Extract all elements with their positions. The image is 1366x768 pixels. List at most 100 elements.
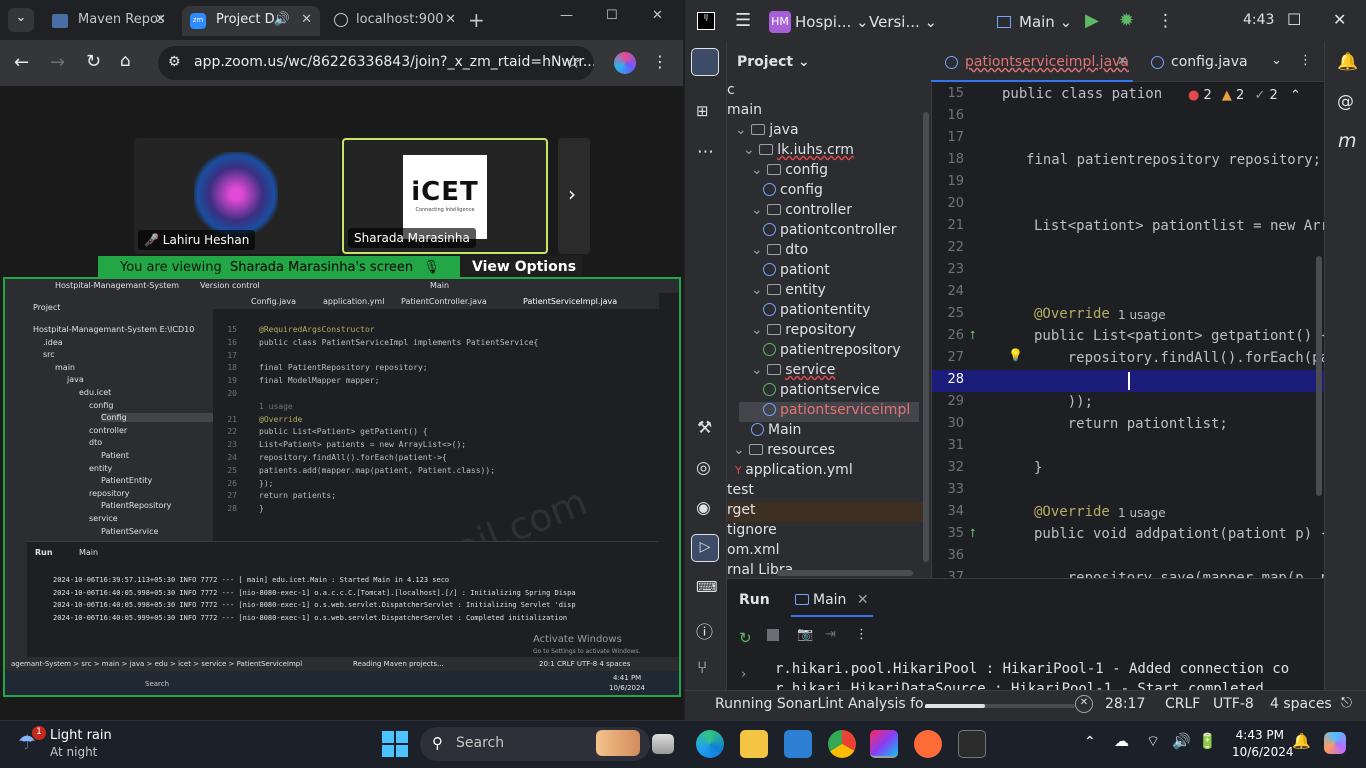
tree-item[interactable]: tignore	[727, 522, 777, 542]
tree-item[interactable]: ⌄ resources	[733, 442, 835, 462]
shared-tree-item[interactable]: .idea	[43, 338, 63, 347]
close-icon[interactable]: ✕	[857, 592, 869, 608]
more-tools-icon[interactable]: ⋯	[697, 142, 714, 162]
minimize-button[interactable]: —	[560, 8, 573, 23]
maximize-button[interactable]: ☐	[606, 8, 618, 23]
project-panel-header[interactable]: Project ⌄	[737, 54, 810, 70]
tab-pationtserviceimpl[interactable]: pationtserviceimpl.java ✕	[931, 42, 1133, 82]
shared-tree-item[interactable]: Hostpital-Managemant-System E:\ICD10	[33, 325, 194, 334]
structure-icon[interactable]: ⊞	[696, 102, 709, 120]
tab-config[interactable]: config.java	[1141, 42, 1253, 82]
tree-scrollbar[interactable]	[923, 112, 929, 562]
shared-tree-item[interactable]: PatientService	[101, 527, 158, 536]
run-icon[interactable]: ▶	[1085, 10, 1099, 31]
shared-tab[interactable]: PatientServiceImpl.java	[523, 297, 617, 306]
chevron-down-icon[interactable]: ⌄	[751, 202, 767, 218]
tree-item[interactable]: ⌄ service	[751, 362, 835, 382]
shared-tree-item[interactable]: entity	[89, 464, 112, 473]
chevron-down-icon[interactable]: ⌄	[733, 442, 749, 458]
chrome-tab-localhost[interactable]: localhost:900 ✕	[326, 6, 464, 36]
bookmark-star-icon[interactable]: ☆	[565, 52, 581, 73]
restore-layout-icon[interactable]: ⇥	[825, 627, 836, 642]
run-tool-icon[interactable]: ▷	[691, 534, 719, 562]
project-tool-icon[interactable]	[691, 48, 719, 76]
chrome-tab-zoom[interactable]: zm Project D 🔊 ✕	[182, 6, 320, 36]
close-icon[interactable]: ✕	[301, 12, 312, 27]
volume-icon[interactable]: 🔊	[1172, 732, 1191, 750]
expand-icon[interactable]: ›	[741, 667, 746, 682]
override-gutter-icon[interactable]: ⭡	[970, 328, 976, 343]
address-bar[interactable]: ⚙ app.zoom.us/wc/86226336843/join?_x_zm_…	[158, 46, 594, 80]
tree-item[interactable]: c	[727, 82, 735, 102]
shared-tab[interactable]: Config.java	[251, 297, 296, 306]
chevron-up-icon[interactable]: ⌃	[1290, 88, 1301, 103]
services-icon[interactable]: ◉	[696, 498, 711, 518]
tree-h-scrollbar[interactable]	[777, 570, 913, 576]
notification-bell-icon[interactable]: 🔔	[1292, 732, 1311, 750]
shared-tree-item[interactable]: java	[67, 375, 84, 384]
inspection-widget[interactable]: ● 2 ▲ 2 ✓ 2 ⌃	[1188, 88, 1301, 103]
tree-item[interactable]: pationtserviceimpl	[739, 402, 919, 422]
read-only-icon[interactable]: ⎋	[1341, 695, 1352, 711]
chevron-down-icon[interactable]: ⌄	[735, 122, 751, 138]
file-encoding[interactable]: UTF-8	[1213, 696, 1254, 712]
intellij-icon[interactable]	[870, 730, 898, 758]
close-icon[interactable]: ✕	[1117, 54, 1128, 69]
shared-tree-item[interactable]: edu.icet	[79, 388, 111, 397]
indent-setting[interactable]: 4 spaces	[1270, 696, 1332, 712]
shared-tree-item[interactable]: dto	[89, 438, 102, 447]
onedrive-icon[interactable]: ☁	[1114, 732, 1129, 750]
main-menu-icon[interactable]: ☰	[735, 10, 751, 31]
tabs-more-icon[interactable]: ⋮	[1299, 53, 1312, 68]
background-task[interactable]: Running SonarLint Analysis fo...	[715, 696, 937, 712]
cancel-task-icon[interactable]: ✕	[1075, 695, 1093, 713]
chevron-down-icon[interactable]: ⌄	[751, 242, 767, 258]
store-icon[interactable]	[784, 730, 812, 758]
tree-item[interactable]: pationtentity	[763, 302, 870, 322]
shared-tree-item[interactable]: repository	[89, 489, 129, 498]
reload-button[interactable]: ↻	[86, 51, 101, 72]
tree-item[interactable]: ⌄ java	[735, 122, 799, 142]
usage-hint[interactable]: 1 usage	[1118, 506, 1166, 520]
show-hidden-icons[interactable]: ⌃	[1084, 734, 1096, 750]
tree-item[interactable]: rget	[727, 502, 923, 522]
ide-maximize-button[interactable]: ☐	[1287, 10, 1301, 29]
postman-icon[interactable]	[914, 730, 942, 758]
battery-icon[interactable]: 🔋	[1198, 732, 1217, 750]
tree-item[interactable]: ⌄ controller	[751, 202, 852, 222]
tree-item[interactable]: ⌄ repository	[751, 322, 856, 342]
debug-icon[interactable]: ✹	[1119, 10, 1134, 31]
copilot-icon[interactable]	[1324, 732, 1346, 754]
ide-close-button[interactable]: ✕	[1333, 10, 1346, 29]
tree-item[interactable]: Y application.yml	[735, 462, 853, 482]
run-tab[interactable]: Main	[79, 548, 98, 557]
start-button[interactable]	[382, 731, 408, 757]
shared-tree-item[interactable]: service	[89, 514, 118, 523]
back-button[interactable]: ←	[14, 52, 29, 73]
tree-item[interactable]: test	[727, 482, 754, 502]
shared-tree-item[interactable]: Patient	[101, 451, 129, 460]
caret-position[interactable]: 28:17	[1105, 696, 1145, 712]
terminal-app-icon[interactable]	[958, 730, 986, 758]
tabs-dropdown-icon[interactable]: ⌄	[1271, 53, 1282, 68]
speaker-icon[interactable]: 🔊	[274, 12, 290, 27]
line-separator[interactable]: CRLF	[1165, 696, 1200, 712]
wifi-icon[interactable]: ⌔	[1146, 732, 1160, 751]
lightbulb-icon[interactable]: 💡	[1008, 348, 1023, 362]
run-more-icon[interactable]: ⋮	[855, 627, 868, 642]
tree-item[interactable]: om.xml	[727, 542, 779, 562]
run-tab-main[interactable]: Main ✕	[791, 587, 873, 617]
shared-tree-item[interactable]: PatientEntity	[101, 476, 152, 485]
tree-item[interactable]: patientrepository	[763, 342, 901, 362]
shared-tree-item[interactable]: controller	[89, 426, 127, 435]
vcs-widget[interactable]: Versi... ⌄	[869, 13, 937, 31]
chevron-down-icon[interactable]: ⌄	[751, 362, 767, 378]
tab-search-button[interactable]: ⌄	[8, 8, 34, 32]
git-icon[interactable]: ⑂	[697, 658, 707, 678]
close-icon[interactable]: ✕	[155, 12, 166, 27]
chevron-down-icon[interactable]: ⌄	[751, 162, 767, 178]
shared-tree-item[interactable]: PatientRepository	[101, 501, 171, 510]
build-icon[interactable]: ⚒	[697, 418, 712, 438]
run-config-selector[interactable]: Main ⌄	[997, 13, 1072, 31]
chevron-down-icon[interactable]: ⌄	[743, 142, 759, 158]
